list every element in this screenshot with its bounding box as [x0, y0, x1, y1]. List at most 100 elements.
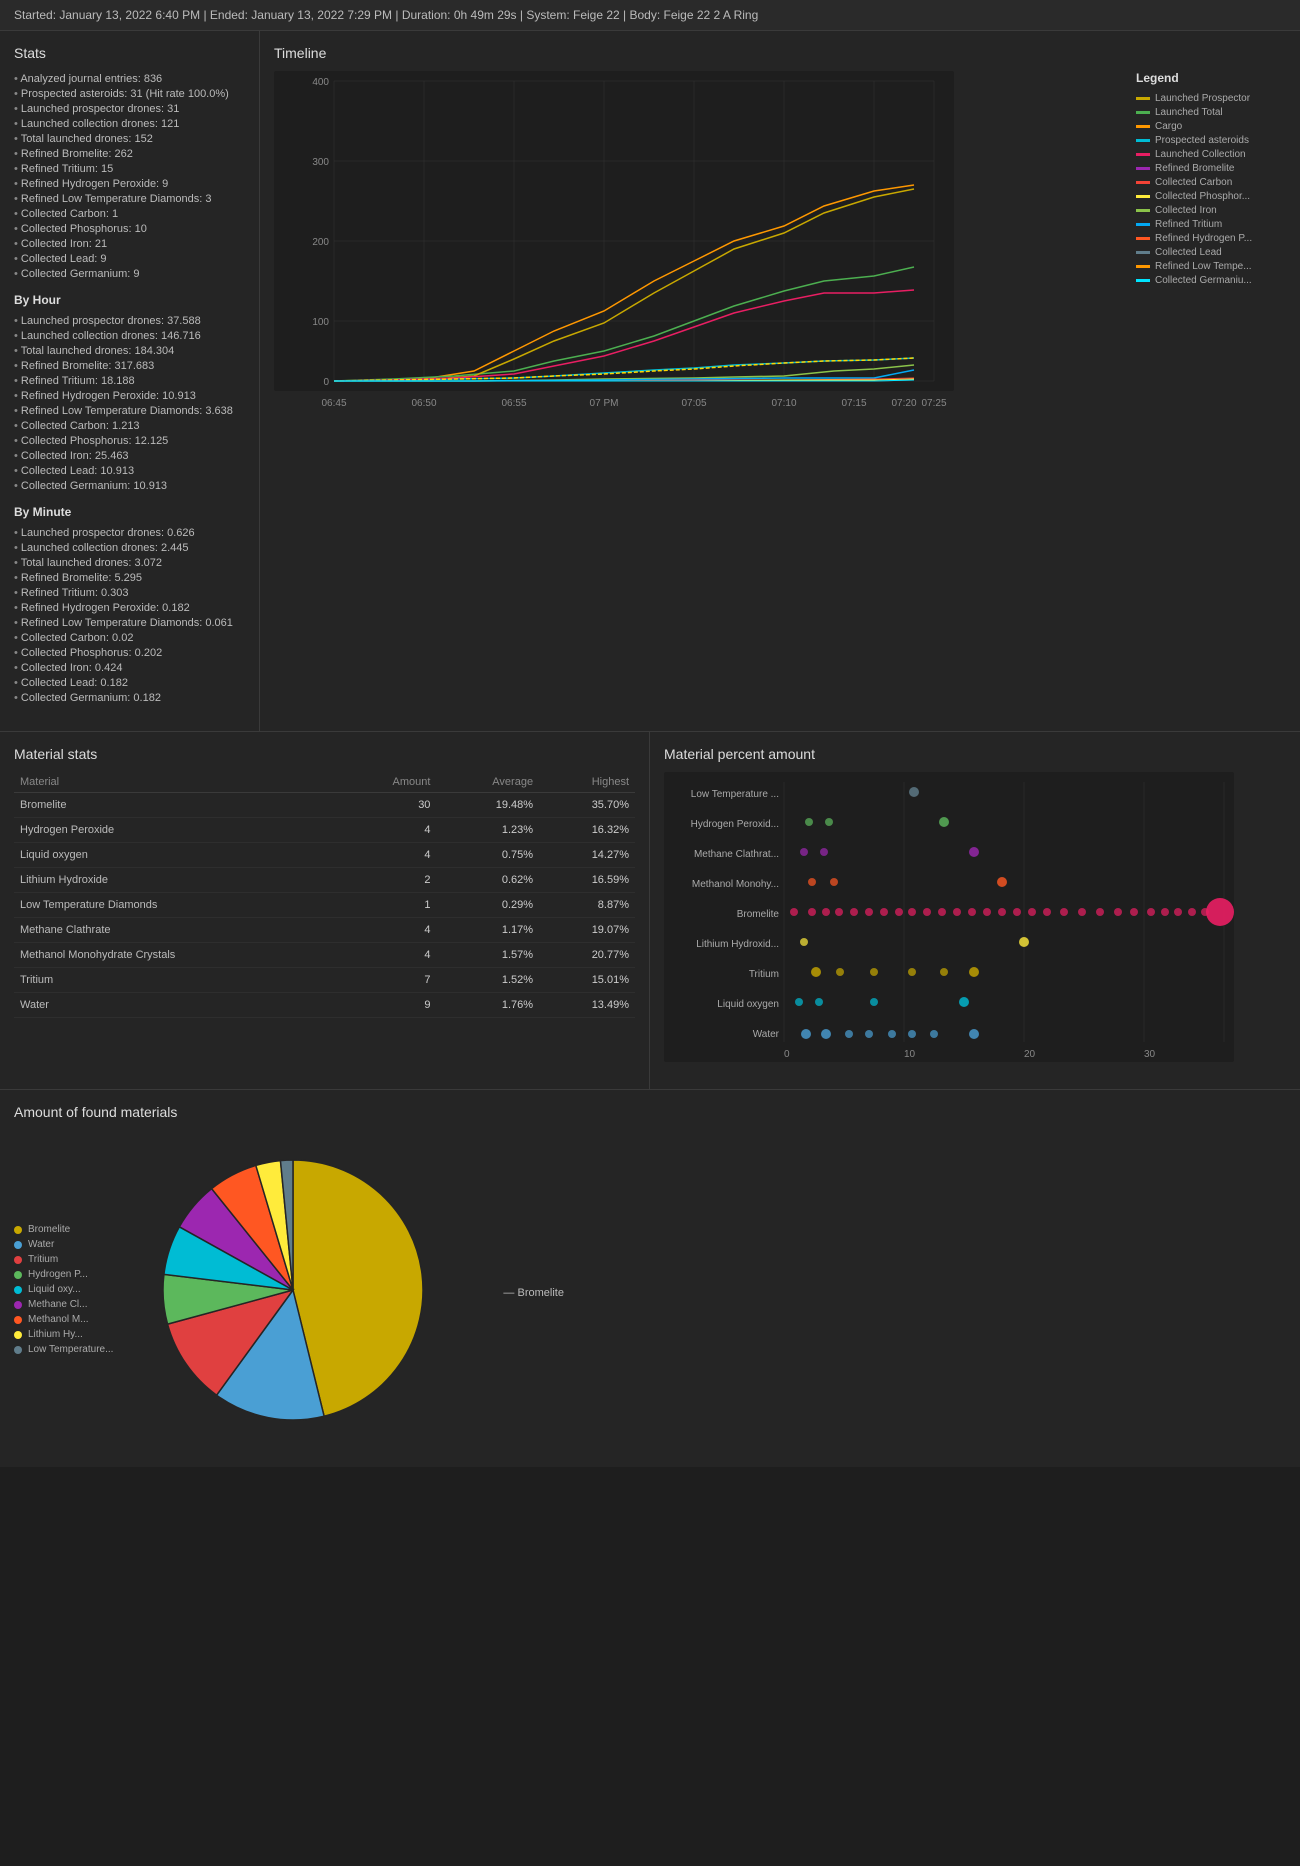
cell-average: 1.52%: [436, 968, 539, 993]
stats-minute-item: Collected Germanium: 0.182: [14, 690, 245, 705]
legend-item: Launched Total: [1136, 107, 1286, 118]
svg-text:20: 20: [1024, 1049, 1036, 1060]
stats-minute-item: Launched prospector drones: 0.626: [14, 525, 245, 540]
pie-chart-container: [133, 1130, 483, 1453]
legend-item: Collected Carbon: [1136, 177, 1286, 188]
pie-wrap: Bromelite Water Tritium Hydrogen P... Liquid…: [14, 1130, 1286, 1453]
legend-item: Refined Low Tempe...: [1136, 261, 1286, 272]
cell-amount: 4: [339, 843, 436, 868]
cell-highest: 16.32%: [539, 818, 635, 843]
pie-label-item: Water: [14, 1239, 113, 1250]
svg-text:Methanol Monohy...: Methanol Monohy...: [692, 879, 779, 890]
cell-highest: 35.70%: [539, 793, 635, 818]
legend-item: Refined Tritium: [1136, 219, 1286, 230]
legend-label: Launched Total: [1155, 107, 1223, 118]
pie-label-dot: [14, 1331, 22, 1339]
cell-highest: 15.01%: [539, 968, 635, 993]
stats-item: Refined Hydrogen Peroxide: 9: [14, 176, 245, 191]
cell-amount: 4: [339, 943, 436, 968]
cell-amount: 9: [339, 993, 436, 1018]
stats-hour-item: Launched collection drones: 146.716: [14, 328, 245, 343]
svg-text:Liquid oxygen: Liquid oxygen: [717, 999, 779, 1010]
svg-text:0: 0: [784, 1049, 790, 1060]
svg-text:07:05: 07:05: [681, 398, 706, 409]
stats-hour-item: Total launched drones: 184.304: [14, 343, 245, 358]
bromelite-label: — Bromelite: [503, 1287, 564, 1299]
stats-hour-item: Collected Carbon: 1.213: [14, 418, 245, 433]
legend-item: Collected Germaniu...: [1136, 275, 1286, 286]
timeline-svg: 400 300 200 100 0 06:45 06:50 06:55 07 P…: [274, 71, 954, 411]
svg-text:07:10: 07:10: [771, 398, 796, 409]
cell-average: 0.29%: [436, 893, 539, 918]
legend-color-swatch: [1136, 251, 1150, 254]
cell-highest: 13.49%: [539, 993, 635, 1018]
col-highest: Highest: [539, 772, 635, 793]
table-header-row: Material Amount Average Highest: [14, 772, 635, 793]
cell-average: 0.75%: [436, 843, 539, 868]
legend-item: Cargo: [1136, 121, 1286, 132]
table-row: Water 9 1.76% 13.49%: [14, 993, 635, 1018]
svg-text:10: 10: [904, 1049, 916, 1060]
material-stats-title: Material stats: [14, 746, 635, 762]
stats-item: Analyzed journal entries: 836: [14, 71, 245, 86]
cell-amount: 7: [339, 968, 436, 993]
svg-text:200: 200: [312, 237, 329, 248]
cell-highest: 8.87%: [539, 893, 635, 918]
legend-color-swatch: [1136, 153, 1150, 156]
pie-label-text: Methanol M...: [28, 1314, 89, 1325]
legend-item: Collected Lead: [1136, 247, 1286, 258]
material-table: Material Amount Average Highest Bromelit…: [14, 772, 635, 1018]
svg-text:300: 300: [312, 157, 329, 168]
cell-material: Methanol Monohydrate Crystals: [14, 943, 339, 968]
pie-label-text: Tritium: [28, 1254, 58, 1265]
percent-chart-svg: Low Temperature ... Hydrogen Peroxid... …: [664, 772, 1234, 1072]
middle-section: Material stats Material Amount Average H…: [0, 732, 1300, 1090]
cell-material: Lithium Hydroxide: [14, 868, 339, 893]
legend-label: Launched Prospector: [1155, 93, 1250, 104]
pie-label-text: Hydrogen P...: [28, 1269, 88, 1280]
stats-hour-item: Collected Germanium: 10.913: [14, 478, 245, 493]
legend-color-swatch: [1136, 167, 1150, 170]
stats-hour-item: Collected Lead: 10.913: [14, 463, 245, 478]
pie-label-text: Methane Cl...: [28, 1299, 87, 1310]
stats-minute-item: Total launched drones: 3.072: [14, 555, 245, 570]
svg-text:100: 100: [312, 317, 329, 328]
legend-item: Refined Hydrogen P...: [1136, 233, 1286, 244]
stats-minute-item: Collected Carbon: 0.02: [14, 630, 245, 645]
legend-color-swatch: [1136, 237, 1150, 240]
stats-item: Collected Lead: 9: [14, 251, 245, 266]
pie-label-item: Liquid oxy...: [14, 1284, 113, 1295]
cell-average: 1.17%: [436, 918, 539, 943]
legend-item: Collected Phosphor...: [1136, 191, 1286, 202]
stats-hour-item: Collected Phosphorus: 12.125: [14, 433, 245, 448]
cell-material: Hydrogen Peroxide: [14, 818, 339, 843]
legend-color-swatch: [1136, 111, 1150, 114]
svg-text:07:20: 07:20: [891, 398, 916, 409]
legend-items: Launched ProspectorLaunched TotalCargoPr…: [1136, 93, 1286, 286]
pie-label-item: Lithium Hy...: [14, 1329, 113, 1340]
cell-material: Low Temperature Diamonds: [14, 893, 339, 918]
stats-minute-item: Refined Low Temperature Diamonds: 0.061: [14, 615, 245, 630]
pie-label-item: Bromelite: [14, 1224, 113, 1235]
header-bar: Started: January 13, 2022 6:40 PM | Ende…: [0, 0, 1300, 31]
stats-minute-item: Collected Lead: 0.182: [14, 675, 245, 690]
legend-label: Launched Collection: [1155, 149, 1246, 160]
timeline-chart: 400 300 200 100 0 06:45 06:50 06:55 07 P…: [274, 71, 1126, 414]
cell-amount: 4: [339, 918, 436, 943]
material-percent-title: Material percent amount: [664, 746, 1286, 762]
cell-average: 19.48%: [436, 793, 539, 818]
legend-item: Refined Bromelite: [1136, 163, 1286, 174]
material-percent-panel: Material percent amount Low Temperature …: [650, 732, 1300, 1089]
material-table-body: Bromelite 30 19.48% 35.70% Hydrogen Pero…: [14, 793, 635, 1018]
svg-text:Low Temperature ...: Low Temperature ...: [691, 789, 779, 800]
col-material: Material: [14, 772, 339, 793]
legend-color-swatch: [1136, 223, 1150, 226]
legend-label: Refined Hydrogen P...: [1155, 233, 1252, 244]
cell-average: 1.23%: [436, 818, 539, 843]
legend-label: Collected Carbon: [1155, 177, 1232, 188]
stats-item: Collected Germanium: 9: [14, 266, 245, 281]
pie-label-dot: [14, 1271, 22, 1279]
pie-labels: Bromelite Water Tritium Hydrogen P... Liquid…: [14, 1224, 113, 1359]
pie-label-dot: [14, 1241, 22, 1249]
svg-text:Bromelite: Bromelite: [737, 909, 780, 920]
